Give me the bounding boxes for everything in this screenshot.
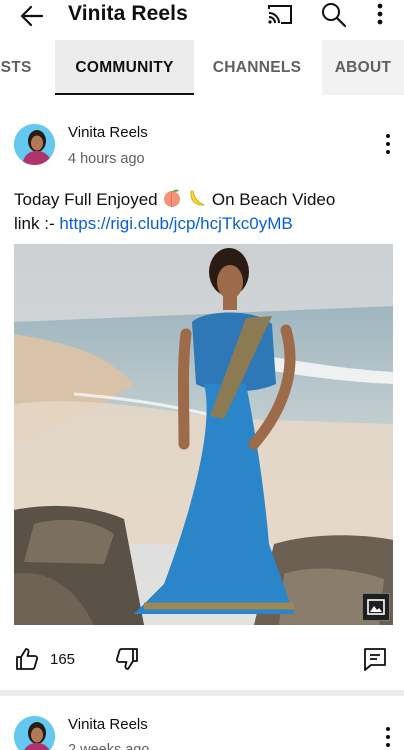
post-author[interactable]: Vinita Reels [68, 716, 148, 733]
post-text-end: On Beach Video [211, 190, 336, 209]
post-image[interactable] [14, 244, 393, 625]
comment-icon[interactable] [362, 646, 388, 672]
like-icon[interactable] [14, 646, 40, 672]
post-text-start: Today Full Enjoyed [14, 190, 158, 209]
community-post: Vinita Reels 4 hours ago Today Full Enjo… [0, 0, 404, 690]
image-gallery-icon [362, 593, 390, 621]
dislike-icon[interactable] [114, 646, 140, 672]
post-author[interactable]: Vinita Reels [68, 124, 148, 141]
banana-emoji-icon [190, 190, 206, 206]
post-time: 4 hours ago [68, 151, 145, 167]
post-menu-icon[interactable] [382, 726, 394, 748]
post-time: 2 weeks ago [68, 742, 150, 750]
avatar[interactable] [14, 716, 55, 750]
peach-emoji-icon [164, 189, 181, 208]
post-actions: 165 [0, 640, 404, 680]
avatar[interactable] [14, 124, 55, 165]
post-link[interactable]: https://rigi.club/jcp/hcjTkc0yMB [59, 214, 292, 233]
post-menu-icon[interactable] [382, 133, 394, 155]
link-prefix: link :- [14, 214, 60, 233]
like-count: 165 [50, 651, 76, 668]
post-text: Today Full Enjoyed On Beach Video link :… [14, 188, 394, 236]
community-post: Vinita Reels 2 weeks ago [0, 696, 404, 750]
